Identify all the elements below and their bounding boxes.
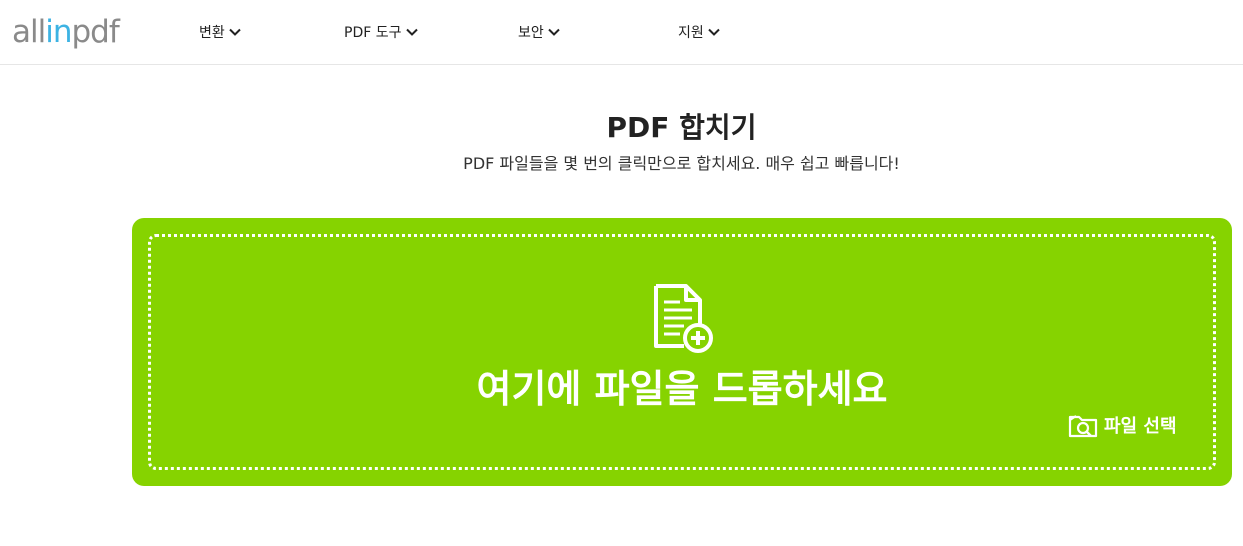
nav-security-label: 보안 bbox=[518, 25, 544, 41]
chevron-down-icon bbox=[548, 28, 560, 36]
chevron-down-icon bbox=[405, 28, 418, 36]
nav-support-label: 지원 bbox=[678, 25, 704, 41]
add-document-icon bbox=[654, 284, 713, 353]
drop-instruction: 여기에 파일을 드롭하세요 bbox=[476, 367, 888, 411]
select-file-label: 파일 선택 bbox=[1104, 416, 1177, 437]
chevron-down-icon bbox=[229, 28, 241, 36]
page-title: PDF 합치기 bbox=[606, 111, 757, 144]
top-header: allinpdf 변환 PDF 도구 보안 지원 bbox=[0, 0, 1243, 65]
nav-pdf-tools[interactable]: PDF 도구 bbox=[344, 21, 419, 43]
folder-search-icon bbox=[1068, 415, 1098, 438]
file-dropzone[interactable]: 여기에 파일을 드롭하세요 파일 선택 bbox=[132, 218, 1232, 486]
page-subtitle: PDF 파일들을 몇 번의 클릭만으로 합치세요. 매우 쉽고 빠릅니다! bbox=[463, 154, 900, 173]
select-file-button[interactable]: 파일 선택 bbox=[1068, 410, 1177, 440]
chevron-down-icon bbox=[708, 28, 720, 36]
allinpdf-logo[interactable]: allinpdf bbox=[12, 12, 120, 52]
nav-pdf-tools-label: PDF 도구 bbox=[344, 25, 402, 41]
nav-convert-label: 변환 bbox=[199, 25, 225, 41]
nav-support[interactable]: 지원 bbox=[678, 21, 721, 43]
nav-convert[interactable]: 변환 bbox=[199, 21, 242, 43]
nav-security[interactable]: 보안 bbox=[518, 21, 561, 43]
